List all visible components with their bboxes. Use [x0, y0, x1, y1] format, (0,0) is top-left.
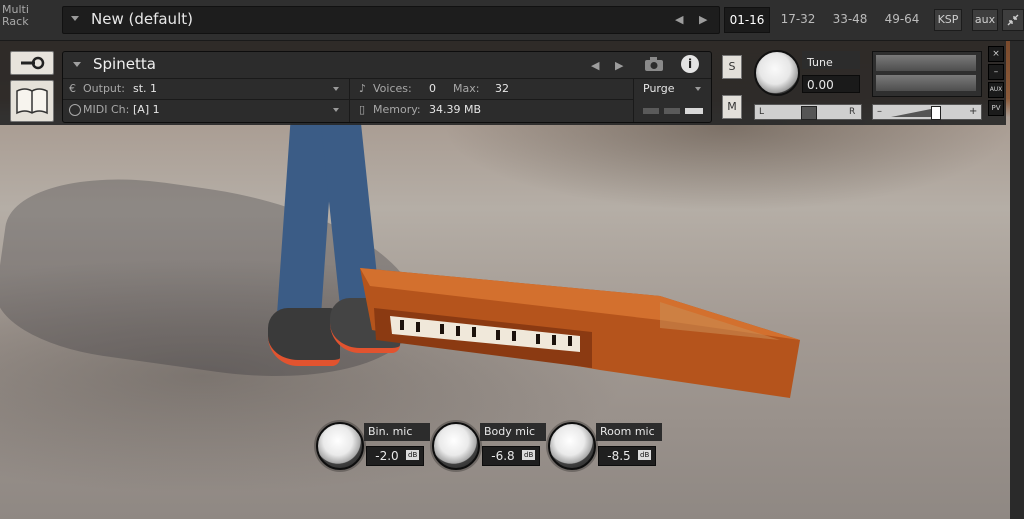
midi-icon	[69, 104, 81, 116]
multi-preset-name: New (default)	[91, 10, 193, 28]
memory-value: 34.39 MB	[429, 103, 482, 116]
prev-preset-icon[interactable]: ◀	[675, 13, 683, 26]
tune-label: Tune	[807, 56, 833, 69]
aux-side-button[interactable]: AUX	[988, 82, 1004, 98]
meter-right-channel	[876, 75, 976, 91]
multi-rack-label: Multi Rack	[2, 3, 29, 28]
output-label: Output:	[83, 82, 125, 95]
mute-button[interactable]: M	[722, 95, 742, 119]
multi-rack-header: Multi Rack New (default) ◀ ▶ 01-16 17-32…	[0, 0, 1024, 41]
pv-side-button[interactable]: PV	[988, 100, 1004, 116]
body-mic-unit: dB	[522, 450, 536, 460]
volume-handle[interactable]	[931, 106, 941, 120]
midi-channel-label: MIDI Ch:	[83, 103, 130, 116]
tab-01-16[interactable]: 01-16	[724, 7, 770, 33]
close-icon[interactable]: ×	[988, 46, 1004, 62]
next-preset-icon[interactable]: ▶	[699, 13, 707, 26]
body-mic-control: Body mic -6.8 dB	[432, 422, 562, 472]
camera-icon[interactable]	[643, 56, 665, 72]
body-mic-knob[interactable]	[432, 422, 480, 470]
spinet-instrument-image	[360, 268, 800, 398]
memory-label: Memory:	[373, 103, 421, 116]
pan-left-label: L	[759, 107, 765, 117]
info-icon[interactable]: i	[681, 55, 699, 73]
purge-indicator-2	[664, 108, 680, 114]
voices-icon: ♪	[359, 82, 367, 95]
max-voices-value[interactable]: 32	[495, 82, 509, 95]
max-voices-label: Max:	[453, 82, 480, 95]
room-mic-knob[interactable]	[548, 422, 596, 470]
volume-slider[interactable]: – +	[872, 104, 982, 120]
meter-left-channel	[876, 55, 976, 71]
room-mic-control: Room mic -8.5 dB	[548, 422, 678, 472]
tune-knob[interactable]	[754, 50, 800, 96]
tune-label-box: Tune	[802, 51, 860, 69]
output-dropdown-icon[interactable]	[333, 87, 339, 91]
purge-dropdown-icon[interactable]	[695, 87, 701, 91]
bin-mic-unit: dB	[406, 450, 420, 460]
purge-indicator-1	[643, 108, 659, 114]
solo-button[interactable]: S	[722, 55, 742, 79]
pan-handle[interactable]	[801, 106, 817, 120]
voices-value: 0	[429, 82, 436, 95]
midi-dropdown-icon[interactable]	[333, 108, 339, 112]
room-mic-label: Room mic	[596, 423, 662, 441]
room-mic-unit: dB	[638, 450, 652, 460]
book-icon[interactable]	[10, 80, 54, 122]
collapse-arrows-icon[interactable]	[1002, 9, 1024, 31]
wrench-icon[interactable]	[10, 51, 54, 75]
pan-slider[interactable]: L R	[754, 104, 862, 120]
collapse-instrument-icon[interactable]	[73, 62, 81, 67]
bin-mic-label: Bin. mic	[364, 423, 430, 441]
body-mic-label: Body mic	[480, 423, 546, 441]
ksp-button[interactable]: KSP	[934, 9, 962, 31]
tune-value[interactable]: 0.00	[802, 75, 860, 93]
tab-17-32[interactable]: 17-32	[776, 7, 820, 31]
tab-33-48[interactable]: 33-48	[828, 7, 872, 31]
preset-dropdown-icon[interactable]	[71, 16, 79, 21]
memory-icon: ▯	[359, 103, 366, 116]
volume-minus-label: –	[877, 106, 882, 117]
purge-indicator-3	[685, 108, 703, 114]
multi-preset-field[interactable]: New (default) ◀ ▶	[62, 6, 720, 34]
voices-label: Voices:	[373, 82, 412, 95]
output-value[interactable]: st. 1	[133, 82, 157, 95]
output-icon: €	[69, 82, 76, 95]
volume-plus-label: +	[969, 106, 978, 117]
midi-channel-value[interactable]: [A] 1	[133, 103, 160, 116]
instrument-name[interactable]: Spinetta	[93, 55, 156, 73]
level-meter	[872, 51, 982, 97]
purge-button[interactable]: Purge	[643, 82, 675, 95]
bin-mic-control: Bin. mic -2.0 dB	[316, 422, 446, 472]
aux-button[interactable]: aux	[972, 9, 998, 31]
rack-scrollbar-track[interactable]	[1010, 41, 1024, 519]
tab-49-64[interactable]: 49-64	[880, 7, 924, 31]
minimize-icon[interactable]: –	[988, 64, 1004, 80]
pan-right-label: R	[849, 107, 856, 117]
next-instrument-icon[interactable]: ▶	[615, 59, 623, 72]
prev-instrument-icon[interactable]: ◀	[591, 59, 599, 72]
instrument-info-panel: Spinetta ◀ ▶ i € Output: st. 1 MIDI Ch: …	[62, 51, 712, 123]
bin-mic-knob[interactable]	[316, 422, 364, 470]
